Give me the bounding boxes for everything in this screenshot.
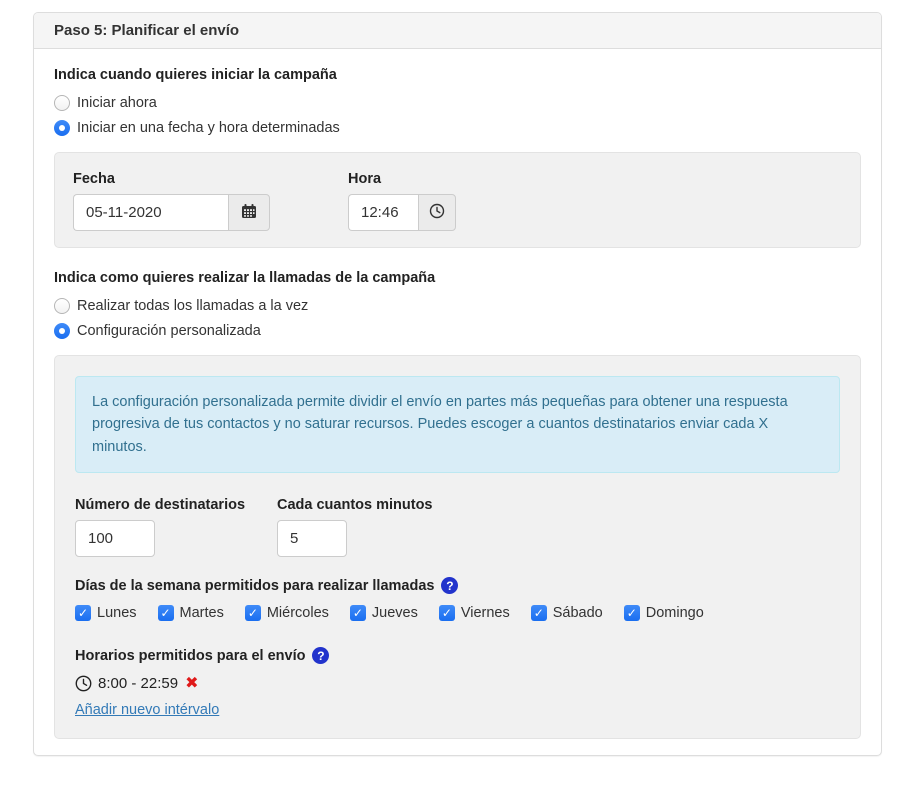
checkbox-icon[interactable] bbox=[245, 605, 261, 621]
checkbox-jueves[interactable]: Jueves bbox=[350, 605, 418, 621]
radio-icon[interactable] bbox=[54, 120, 70, 136]
checkbox-label: Viernes bbox=[461, 605, 510, 621]
hora-input[interactable] bbox=[348, 194, 418, 231]
fecha-label: Fecha bbox=[73, 171, 270, 187]
radio-todas-las-llamadas[interactable]: Realizar todas los llamadas a la vez bbox=[54, 298, 861, 314]
time-picker-button[interactable] bbox=[418, 194, 456, 231]
checkbox-viernes[interactable]: Viernes bbox=[439, 605, 510, 621]
radio-iniciar-ahora[interactable]: Iniciar ahora bbox=[54, 95, 861, 111]
checkbox-sabado[interactable]: Sábado bbox=[531, 605, 603, 621]
panel-title: Paso 5: Planificar el envío bbox=[34, 13, 881, 49]
minutes-input[interactable] bbox=[277, 520, 347, 557]
checkbox-icon[interactable] bbox=[350, 605, 366, 621]
step5-panel: Paso 5: Planificar el envío Indica cuand… bbox=[33, 12, 882, 756]
delete-interval-icon[interactable]: ✖ bbox=[185, 676, 198, 692]
radio-label: Realizar todas los llamadas a la vez bbox=[77, 298, 308, 314]
days-help-icon[interactable]: ? bbox=[441, 577, 458, 594]
checkbox-icon[interactable] bbox=[624, 605, 640, 621]
days-checkbox-row: Lunes Martes Miércoles Jueves bbox=[75, 605, 840, 621]
panel-body: Indica cuando quieres iniciar la campaña… bbox=[34, 49, 881, 759]
days-label: Días de la semana permitidos para realiz… bbox=[75, 578, 434, 594]
schedule-help-icon[interactable]: ? bbox=[312, 647, 329, 664]
schedule-label: Horarios permitidos para el envío bbox=[75, 648, 305, 664]
minutes-label: Cada cuantos minutos bbox=[277, 497, 433, 513]
page: Paso 5: Planificar el envío Indica cuand… bbox=[0, 0, 910, 788]
custom-config-well: La configuración personalizada permite d… bbox=[54, 355, 861, 739]
hora-group: Hora bbox=[348, 171, 456, 231]
checkbox-martes[interactable]: Martes bbox=[158, 605, 224, 621]
recipients-group: Número de destinatarios bbox=[75, 497, 277, 557]
radio-label: Iniciar ahora bbox=[77, 95, 157, 111]
checkbox-label: Miércoles bbox=[267, 605, 329, 621]
clock-icon bbox=[429, 203, 445, 222]
checkbox-label: Domingo bbox=[646, 605, 704, 621]
checkbox-label: Sábado bbox=[553, 605, 603, 621]
time-interval-row: 8:00 - 22:59 ✖ bbox=[75, 675, 840, 692]
checkbox-label: Lunes bbox=[97, 605, 137, 621]
checkbox-icon[interactable] bbox=[439, 605, 455, 621]
checkbox-label: Jueves bbox=[372, 605, 418, 621]
add-interval-link[interactable]: Añadir nuevo intérvalo bbox=[75, 702, 219, 718]
recipients-input[interactable] bbox=[75, 520, 155, 557]
radio-label: Configuración personalizada bbox=[77, 323, 261, 339]
radio-icon[interactable] bbox=[54, 323, 70, 339]
fecha-input[interactable] bbox=[73, 194, 228, 231]
mode-section-title: Indica como quieres realizar la llamadas… bbox=[54, 270, 861, 286]
info-alert: La configuración personalizada permite d… bbox=[75, 376, 840, 473]
hora-label: Hora bbox=[348, 171, 456, 187]
checkbox-icon[interactable] bbox=[531, 605, 547, 621]
start-section-title: Indica cuando quieres iniciar la campaña bbox=[54, 67, 861, 83]
clock-icon bbox=[75, 675, 92, 692]
checkbox-lunes[interactable]: Lunes bbox=[75, 605, 137, 621]
checkbox-miercoles[interactable]: Miércoles bbox=[245, 605, 329, 621]
minutes-group: Cada cuantos minutos bbox=[277, 497, 433, 557]
radio-configuracion-personalizada[interactable]: Configuración personalizada bbox=[54, 323, 861, 339]
datetime-well: Fecha bbox=[54, 152, 861, 248]
radio-icon[interactable] bbox=[54, 95, 70, 111]
checkbox-icon[interactable] bbox=[158, 605, 174, 621]
interval-value: 8:00 - 22:59 bbox=[98, 675, 178, 692]
checkbox-icon[interactable] bbox=[75, 605, 91, 621]
radio-iniciar-fecha-hora[interactable]: Iniciar en una fecha y hora determinadas bbox=[54, 120, 861, 136]
radio-icon[interactable] bbox=[54, 298, 70, 314]
checkbox-label: Martes bbox=[180, 605, 224, 621]
recipients-label: Número de destinatarios bbox=[75, 497, 277, 513]
checkbox-domingo[interactable]: Domingo bbox=[624, 605, 704, 621]
calendar-icon bbox=[241, 203, 257, 222]
radio-label: Iniciar en una fecha y hora determinadas bbox=[77, 120, 340, 136]
fecha-group: Fecha bbox=[73, 171, 270, 231]
calendar-picker-button[interactable] bbox=[228, 194, 270, 231]
